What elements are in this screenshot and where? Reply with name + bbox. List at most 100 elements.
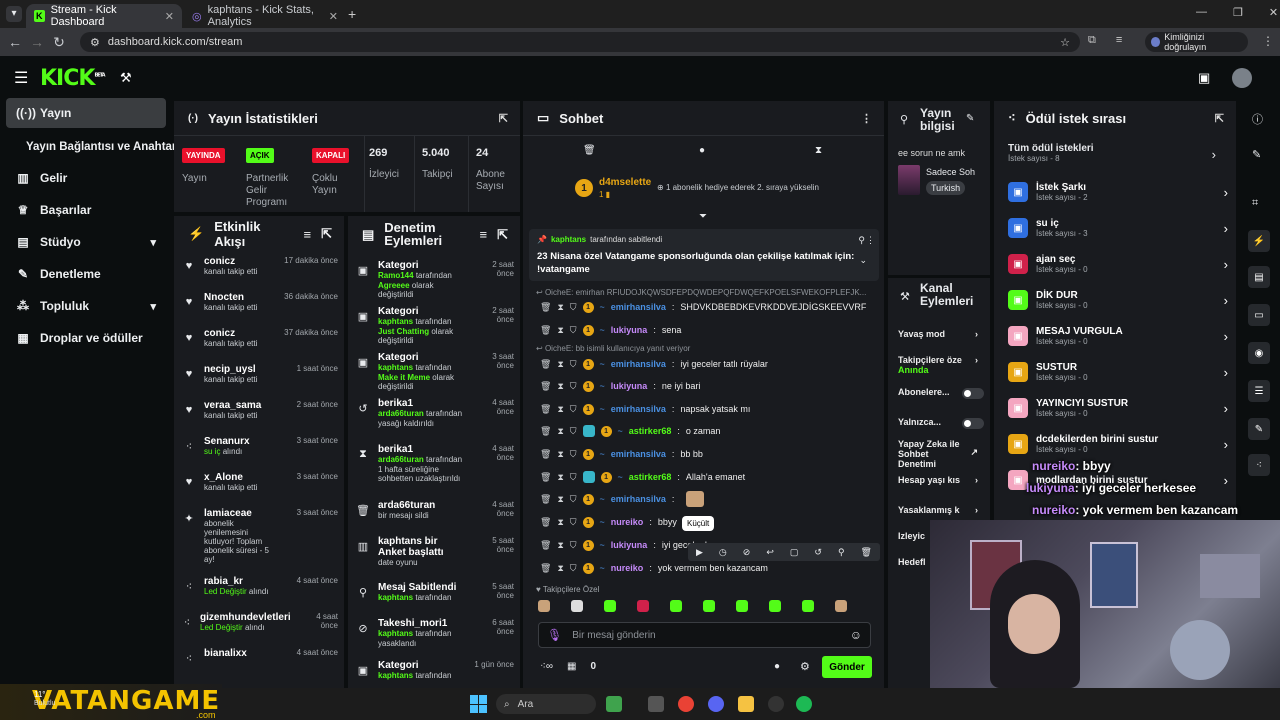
- sidebar-item-studyo[interactable]: ▤ Stüdyo ▾: [6, 227, 166, 257]
- chat-username[interactable]: astirker68: [629, 472, 672, 482]
- reward-row[interactable]: ▣ su iç İstek sayısı - 3 ›: [1008, 212, 1228, 244]
- hourglass-icon[interactable]: ⧗: [557, 517, 563, 528]
- taskbar-terminal-icon[interactable]: [648, 696, 664, 712]
- quick-action-wrench-icon[interactable]: ✎: [1248, 418, 1270, 440]
- trash-icon[interactable]: 🗑: [540, 325, 551, 336]
- trash-icon[interactable]: 🗑: [540, 359, 551, 370]
- hourglass-icon[interactable]: ⧗: [557, 540, 563, 551]
- tab-search-icon[interactable]: ▾: [6, 6, 22, 22]
- chat-message[interactable]: 🗑 ⧗ ⛉ 1 ~ emirhansilva: iyi geceler tatl…: [540, 355, 768, 373]
- windows-start-icon[interactable]: [470, 695, 488, 713]
- emote-button[interactable]: [604, 600, 616, 612]
- chat-username[interactable]: emirhansilva: [611, 449, 666, 459]
- chat-menu-icon[interactable]: ⋮: [861, 112, 872, 125]
- copy-icon[interactable]: ▢: [790, 547, 799, 558]
- media-icon[interactable]: ≡: [1116, 34, 1122, 47]
- quick-action-bolt-icon[interactable]: ⚡: [1248, 230, 1270, 252]
- chat-message[interactable]: 🗑 ⧗ ⛉ 1 ~ nureiko: bbyy: [540, 513, 677, 531]
- hourglass-icon[interactable]: ⧗: [557, 472, 563, 483]
- feed-user[interactable]: conicz: [204, 328, 275, 339]
- info-icon[interactable]: ⓘ: [1252, 111, 1263, 127]
- chat-username[interactable]: lukiyuna: [611, 540, 648, 550]
- tab-kick-stats[interactable]: ◎ kaphtans - Kick Stats, Analytics ✕: [184, 4, 346, 28]
- kick-logo[interactable]: KICKBETA: [40, 66, 106, 91]
- overlay-toggle-icon[interactable]: ▣: [1198, 70, 1210, 86]
- emote-button[interactable]: [835, 600, 847, 612]
- sidebar-item-droplar[interactable]: ▦ Droplar ve ödüller: [6, 323, 166, 353]
- extensions-icon[interactable]: ⧉: [1088, 34, 1096, 47]
- reward-row[interactable]: ▣ MESAJ VURGULA İstek sayısı - 0 ›: [1008, 320, 1228, 352]
- filter-icon[interactable]: ≡: [304, 227, 312, 242]
- trash-icon[interactable]: 🗑: [540, 449, 551, 460]
- hourglass-icon[interactable]: ⧗: [557, 494, 563, 505]
- pin-icon[interactable]: ⚲: [838, 547, 845, 558]
- chat-username[interactable]: lukiyuna: [611, 325, 648, 335]
- chat-message[interactable]: 🗑 ⧗ ⛉ 1 ~ lukiyuna: ne iyi bari: [540, 377, 700, 395]
- feed-user[interactable]: lamiaceae: [204, 508, 275, 519]
- emote-button[interactable]: [736, 600, 748, 612]
- all-rewards-row[interactable]: Tüm ödül istekleri İstek sayısı - 8 ›: [1008, 143, 1228, 171]
- hourglass-icon[interactable]: ⧗: [557, 404, 563, 415]
- channel-action-item[interactable]: Yalnızca...: [898, 418, 984, 429]
- hourglass-icon[interactable]: ⧗: [557, 426, 563, 437]
- gift-box-icon[interactable]: ▦: [567, 661, 576, 672]
- feed-user[interactable]: rabia_kr: [204, 576, 275, 587]
- address-bar[interactable]: ⚙ dashboard.kick.com/stream ☆: [80, 32, 1080, 52]
- toggle-switch[interactable]: [962, 418, 984, 429]
- trash-icon[interactable]: 🗑: [540, 494, 551, 505]
- chat-username[interactable]: nureiko: [611, 517, 644, 527]
- chat-username[interactable]: nureiko: [611, 563, 644, 573]
- bookmark-star-icon[interactable]: ☆: [1060, 36, 1070, 49]
- feed-user[interactable]: Nnocten: [204, 292, 275, 303]
- pinned-menu-icon[interactable]: ⋮: [866, 235, 875, 246]
- chevron-down-icon[interactable]: ⌄: [859, 255, 867, 266]
- discord-icon[interactable]: [708, 696, 724, 712]
- feed-user[interactable]: bianalixx: [204, 648, 275, 659]
- emote-button[interactable]: [637, 600, 649, 612]
- chat-username[interactable]: astirker68: [629, 426, 672, 436]
- emote-button[interactable]: [538, 600, 550, 612]
- popout-icon[interactable]: ⇱: [499, 112, 508, 125]
- chat-username[interactable]: emirhansilva: [611, 494, 666, 504]
- trash-icon[interactable]: 🗑: [540, 302, 551, 313]
- collapse-icon[interactable]: ⏷: [699, 211, 707, 222]
- taskbar-search[interactable]: ⌕ Ara: [496, 694, 596, 714]
- toggle-switch[interactable]: [962, 388, 984, 399]
- reward-row[interactable]: ▣ DİK DUR İstek sayısı - 0 ›: [1008, 284, 1228, 316]
- avatar[interactable]: [1232, 68, 1252, 88]
- sidebar-item-basarilar[interactable]: ♕ Başarılar: [6, 195, 166, 225]
- undo-icon[interactable]: ↺: [814, 547, 822, 558]
- chat-username[interactable]: emirhansilva: [611, 302, 666, 312]
- chat-message[interactable]: 🗑 ⧗ ⛉ 1 ~ emirhansilva: bb bb: [540, 445, 703, 463]
- feed-user[interactable]: Senanurx: [204, 436, 275, 447]
- maximize-icon[interactable]: ❐: [1233, 6, 1243, 19]
- mic-icon[interactable]: 🎙: [547, 628, 562, 642]
- feed-user[interactable]: gizemhundevletleri: [200, 612, 291, 623]
- site-info-icon[interactable]: ⚙: [90, 36, 100, 49]
- emote-button[interactable]: [769, 600, 781, 612]
- filter-icon[interactable]: ≡: [480, 228, 488, 241]
- obs-icon[interactable]: [768, 696, 784, 712]
- trash-icon[interactable]: 🗑: [540, 426, 551, 437]
- emoji-icon[interactable]: ☺: [850, 628, 862, 642]
- trash-icon[interactable]: 🗑: [540, 381, 551, 392]
- trash-icon[interactable]: 🗑: [583, 145, 596, 156]
- chat-message[interactable]: 🗑 ⧗ ⛉ 1 ~ emirhansilva:: [540, 490, 705, 508]
- taskbar-app-icon[interactable]: [606, 696, 622, 712]
- quick-action-broadcast-icon[interactable]: ◉: [1248, 342, 1270, 364]
- back-icon[interactable]: ←: [4, 34, 26, 50]
- sidebar-item-stream-key[interactable]: Yayın Bağlantısı ve Anahtarı: [6, 132, 180, 162]
- chat-message[interactable]: 🗑 ⧗ ⛉ 1 ~ nureiko: yok vermem ben kazanc…: [540, 559, 768, 577]
- chat-settings-bubble-icon[interactable]: ●: [774, 661, 780, 672]
- browser-menu-icon[interactable]: ⋮: [1262, 34, 1274, 48]
- chat-username[interactable]: lukiyuna: [611, 381, 648, 391]
- chat-message[interactable]: 🗑 ⧗ ⛉ 1 ~ emirhansilva: napsak yatsak mı: [540, 400, 750, 418]
- chat-username[interactable]: emirhansilva: [611, 404, 666, 414]
- reward-row[interactable]: ▣ YAYINCIYI SUSTUR İstek sayısı - 0 ›: [1008, 392, 1228, 424]
- channel-action-item[interactable]: Hesap yaşı kıs ›: [898, 475, 984, 486]
- chat-message[interactable]: 🗑 ⧗ ⛉ 1 ~ lukiyuna: sena: [540, 321, 681, 339]
- edit-icon[interactable]: ✎: [966, 113, 974, 124]
- hourglass-icon[interactable]: ⧗: [557, 302, 563, 313]
- trash-icon[interactable]: 🗑: [540, 472, 551, 483]
- gift-user[interactable]: d4mselette: [599, 177, 651, 188]
